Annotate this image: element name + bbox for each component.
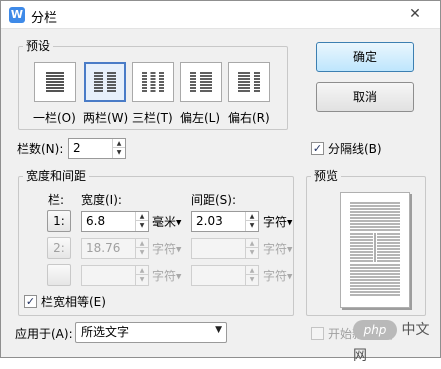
chevron-down-icon: ▼ [287, 218, 293, 227]
new-column-checkbox[interactable] [311, 327, 324, 340]
spin-arrows-icon[interactable]: ▲ ▼ [135, 239, 148, 258]
column-1-spacing-field[interactable]: 2.03 ▲ ▼ [191, 211, 259, 232]
separator-label: 分隔线(B) [328, 142, 382, 156]
column-1-spacing-value: 2.03 [196, 214, 223, 228]
spacing-header: 间距(S): [191, 193, 237, 207]
watermark: php 中文网 [353, 317, 437, 364]
column-1-button[interactable]: 1: [47, 210, 71, 232]
preset-left[interactable] [180, 62, 222, 102]
two-columns-icon [94, 72, 116, 92]
column-2-spacing-unit[interactable]: 字符▼ [263, 242, 292, 257]
chevron-down-icon: ▼ [176, 218, 182, 227]
equal-width-label: 栏宽相等(E) [41, 295, 106, 309]
preview-lines [350, 202, 400, 296]
left-column-icon [190, 72, 212, 92]
column-2-width-value: 18.76 [86, 241, 121, 255]
width-header: 宽度(I): [81, 193, 122, 207]
chevron-down-icon: ▼ [176, 272, 182, 281]
column-2-button[interactable]: 2: [47, 237, 71, 259]
column-2-spacing-field[interactable]: ▲ ▼ [191, 238, 259, 259]
column-1-width-value: 6.8 [86, 214, 106, 228]
preset-label-left: 偏左(L) [180, 111, 221, 125]
column-3-spacing-unit[interactable]: 字符▼ [263, 269, 292, 284]
spin-arrows-icon[interactable]: ▲ ▼ [112, 139, 125, 158]
spin-arrows-icon[interactable]: ▲ ▼ [245, 239, 258, 258]
checkmark-icon: ✓ [25, 295, 36, 308]
dialog-title: 分栏 [31, 11, 58, 26]
spin-arrows-icon[interactable]: ▲ ▼ [135, 266, 148, 285]
column-1-width-unit[interactable]: 毫米▼ [152, 215, 181, 230]
equal-width-checkbox[interactable]: ✓ [24, 295, 37, 308]
chevron-down-icon: ▼ [287, 245, 293, 254]
one-column-icon [46, 72, 64, 92]
wps-writer-icon: W [9, 7, 25, 23]
preset-label-three: 三栏(T) [132, 111, 173, 125]
spin-arrows-icon[interactable]: ▲ ▼ [245, 266, 258, 285]
preset-label-two: 两栏(W) [83, 111, 129, 125]
watermark-logo: php [353, 320, 397, 340]
preview-group-label: 预览 [311, 169, 342, 183]
columns-count-stepper[interactable]: 2 ▲ ▼ [68, 138, 126, 159]
apply-to-label: 应用于(A): [15, 327, 73, 341]
close-icon: ✕ [409, 6, 421, 22]
cancel-button[interactable]: 取消 [316, 82, 414, 112]
three-columns-icon [142, 72, 164, 92]
column-1-spacing-unit[interactable]: 字符▼ [263, 215, 292, 230]
chevron-down-icon: ▼ [176, 245, 182, 254]
chevron-down-icon: ▼ [215, 325, 222, 335]
apply-to-value: 所选文字 [81, 325, 130, 339]
preset-one-column[interactable] [34, 62, 76, 102]
ok-button[interactable]: 确定 [316, 42, 414, 72]
columns-count-label: 栏数(N): [17, 142, 64, 156]
spin-arrows-icon[interactable]: ▲ ▼ [135, 212, 148, 231]
column-3-spacing-field[interactable]: ▲ ▼ [191, 265, 259, 286]
presets-group-label: 预设 [23, 39, 54, 53]
preset-three-columns[interactable] [132, 62, 174, 102]
title-bar: W 分栏 ✕ [1, 1, 440, 29]
column-3-button[interactable] [47, 264, 71, 286]
column-2-width-unit[interactable]: 字符▼ [152, 242, 181, 257]
preset-two-columns[interactable] [84, 62, 126, 102]
separator-checkbox[interactable]: ✓ [311, 142, 324, 155]
preset-label-one: 一栏(O) [33, 111, 76, 125]
column-header: 栏: [48, 193, 65, 207]
column-1-width-field[interactable]: 6.8 ▲ ▼ [81, 211, 149, 232]
column-2-width-field[interactable]: 18.76 ▲ ▼ [81, 238, 149, 259]
preview-page [340, 192, 410, 308]
right-column-icon [238, 72, 260, 92]
apply-to-select[interactable]: 所选文字 ▼ [75, 322, 227, 343]
chevron-down-icon: ▼ [287, 272, 293, 281]
columns-dialog: W 分栏 ✕ 预设 一栏(O) 两栏(W) 三栏(T) 偏左(L) 偏右(R) … [0, 0, 441, 364]
columns-count-value: 2 [73, 141, 81, 155]
checkmark-icon: ✓ [312, 142, 323, 155]
close-button[interactable]: ✕ [396, 4, 434, 24]
preset-right[interactable] [228, 62, 270, 102]
width-spacing-group-label: 宽度和间距 [23, 169, 90, 183]
column-3-width-field[interactable]: ▲ ▼ [81, 265, 149, 286]
preset-label-right: 偏右(R) [228, 111, 270, 125]
column-3-width-unit[interactable]: 字符▼ [152, 269, 181, 284]
spin-arrows-icon[interactable]: ▲ ▼ [245, 212, 258, 231]
